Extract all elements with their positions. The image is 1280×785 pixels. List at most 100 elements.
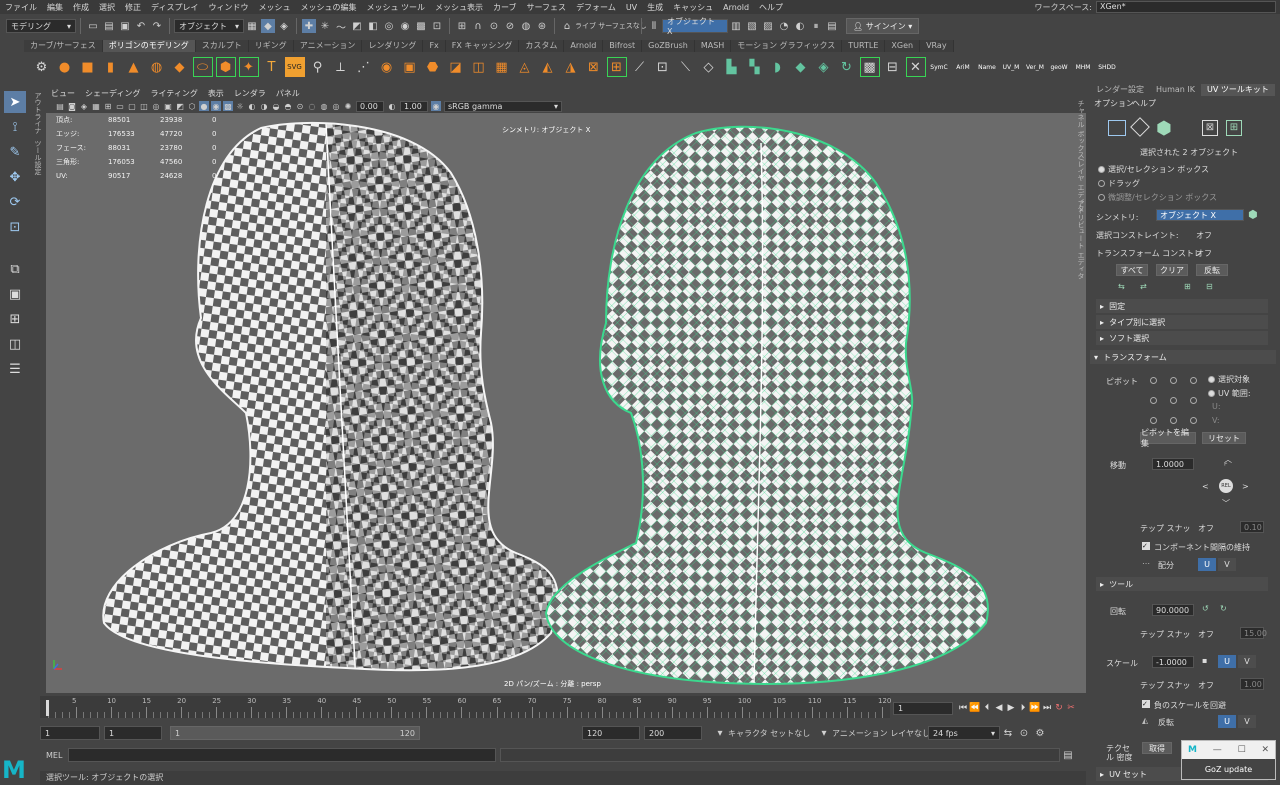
symmetry-dropdown[interactable]: オブジェクト X [662, 17, 728, 36]
hierarchy-mode-icon[interactable]: ▦ [245, 19, 259, 33]
attribute-editor-side-tab[interactable]: アトリビュート エディタ [1076, 200, 1086, 279]
image-plane-icon[interactable]: ▦ [91, 101, 101, 111]
menu-item-6[interactable]: ウィンドウ [203, 2, 253, 13]
camera-attr-icon[interactable]: ◙ [67, 101, 77, 111]
current-time-marker[interactable] [46, 700, 49, 716]
shelf-tab-6[interactable]: Fx [423, 40, 446, 52]
rotate-cw-icon[interactable]: ↻ [1220, 604, 1227, 613]
pivot-ml[interactable] [1150, 397, 1157, 404]
quad-draw-icon[interactable]: ◇ [699, 57, 719, 77]
grid-icon[interactable]: ⊞ [103, 101, 113, 111]
reset-pivot-button[interactable]: リセット [1202, 432, 1246, 444]
select-tool-icon[interactable]: ➤ [4, 91, 26, 113]
viewport-menu-5[interactable]: パネル [271, 88, 305, 99]
snap-curve-icon[interactable]: ∩ [471, 19, 485, 33]
rotate-snap-value[interactable]: 15.00 [1240, 627, 1267, 639]
harden-edge-icon[interactable]: ✕ [905, 57, 926, 77]
shelf-btn-geow[interactable]: geoW [1048, 64, 1070, 71]
right-panel-tab-2[interactable]: UV ツールキット [1201, 84, 1275, 96]
backface-icon[interactable]: ◎ [331, 101, 341, 111]
arrow-right-icon[interactable]: > [1242, 482, 1249, 491]
select-curve-icon[interactable]: 〜 [334, 19, 348, 34]
animation-start-field[interactable]: 1 [40, 726, 100, 740]
motion-blur-icon[interactable]: ◒ [271, 101, 281, 111]
step-forward-frame-icon[interactable]: ⏵ [1017, 703, 1029, 713]
select-dynamics-icon[interactable]: ◎ [382, 19, 396, 33]
menu-item-2[interactable]: 作成 [68, 2, 94, 13]
sel-mode-label-0[interactable]: 選択/セレクション ボックス [1108, 164, 1209, 175]
symmetry-shell-icon[interactable]: ⬢ [1248, 208, 1258, 221]
shelf-tab-8[interactable]: カスタム [519, 40, 565, 52]
shelf-tab-11[interactable]: GoZBrush [642, 40, 695, 52]
xray-joints-icon[interactable]: ◍ [319, 101, 329, 111]
target-weld-icon[interactable]: ⊡ [653, 57, 673, 77]
go-to-end-icon[interactable]: ⏭ [1041, 703, 1053, 713]
section-pin[interactable]: ▸ 固定 [1096, 299, 1268, 313]
menu-item-0[interactable]: ファイル [0, 2, 42, 13]
distribute-icon[interactable]: ⋯ [1142, 559, 1150, 568]
viewport-menu-3[interactable]: 表示 [203, 88, 229, 99]
pivot-mr[interactable] [1190, 397, 1197, 404]
minimize-icon[interactable]: — [1213, 745, 1222, 755]
snap-point-icon[interactable]: ⊙ [487, 19, 501, 33]
section-select-by-type[interactable]: ▸ タイプ別に選択 [1096, 315, 1268, 329]
rotate-snap-off[interactable]: オフ [1198, 629, 1214, 640]
menu-item-17[interactable]: Arnold [718, 3, 754, 12]
workspace-dropdown[interactable]: XGen* [1096, 1, 1276, 13]
component-mode-icon[interactable]: ◈ [277, 19, 291, 33]
menu-item-7[interactable]: メッシュ [253, 2, 295, 13]
scale-snap-off[interactable]: オフ [1198, 680, 1214, 691]
smooth-icon[interactable]: ⬣ [423, 57, 443, 77]
key-icon[interactable]: ✂ [1065, 703, 1077, 713]
step-forward-key-icon[interactable]: ⏩ [1029, 703, 1041, 713]
bridge-edge-icon[interactable]: ◗ [768, 57, 788, 77]
edit-pivot-button[interactable]: ピボットを編集 [1140, 428, 1196, 448]
hypershade-icon[interactable]: ◐ [793, 19, 807, 33]
right-panel-tab-0[interactable]: レンダー設定 [1090, 84, 1150, 96]
four-pane-icon[interactable]: ⊞ [4, 308, 26, 330]
grow-select-icon[interactable]: ⇆ [1118, 282, 1125, 291]
pivot-bl[interactable] [1150, 417, 1157, 424]
menu-item-16[interactable]: キャッシュ [668, 2, 718, 13]
flip-v-button[interactable]: V [1238, 715, 1256, 728]
menu-item-12[interactable]: サーフェス [522, 2, 572, 13]
poly-cylinder-icon[interactable]: ▮ [101, 57, 121, 77]
time-slider[interactable]: 5 10 15 20 25 30 35 40 45 50 55 60 65 70 75 80 85 90 95 100… [40, 696, 891, 718]
select-shell-icon[interactable]: ⬢ [1156, 118, 1172, 139]
extrude-icon[interactable]: ▙ [722, 57, 742, 77]
sel-mode-label-1[interactable]: ドラッグ [1108, 178, 1140, 189]
anti-alias-icon[interactable]: ◓ [283, 101, 293, 111]
scale-tool-icon[interactable]: ⊡ [4, 216, 26, 238]
get-texel-button[interactable]: 取得 [1142, 742, 1172, 754]
single-pane-icon[interactable]: ▣ [4, 283, 26, 305]
poly-cube-icon[interactable]: ■ [78, 57, 98, 77]
scale-snap-value[interactable]: 1.00 [1240, 678, 1264, 690]
lights-icon[interactable]: ☼ [235, 101, 245, 111]
xray-icon[interactable]: ◌ [307, 101, 317, 111]
anim-layer-label[interactable]: アニメーション レイヤなし [832, 728, 930, 739]
exposure-icon[interactable]: ✺ [343, 101, 353, 111]
boolean-icon[interactable]: ◫ [469, 57, 489, 77]
viewport-menu-0[interactable]: ビュー [46, 88, 80, 99]
scale-v-button[interactable]: V [1238, 655, 1256, 668]
outliner-pane-icon[interactable]: ☰ [4, 358, 26, 380]
render-settings-icon[interactable]: ◔ [777, 19, 791, 33]
extract-icon[interactable]: ◪ [446, 57, 466, 77]
outliner-side-tab[interactable]: アウトライナ [33, 92, 43, 134]
film-gate-icon[interactable]: ▭ [115, 101, 125, 111]
scale-lock-icon[interactable]: ▪ [1202, 656, 1207, 665]
mel-input[interactable] [68, 748, 496, 762]
shelf-tab-5[interactable]: レンダリング [362, 40, 424, 52]
quadrangulate-icon[interactable]: ⊞ [606, 57, 627, 77]
select-camera-icon[interactable]: ▤ [55, 101, 65, 111]
mel-label[interactable]: MEL [40, 751, 68, 760]
pivot-tl[interactable] [1150, 377, 1157, 384]
live-surface-label[interactable]: ライブ サーフェスなし [575, 21, 647, 31]
menu-item-5[interactable]: ディスプレイ [146, 2, 203, 13]
shelf-btn-verm[interactable]: Ver_M [1024, 64, 1046, 71]
shelf-btn-symc[interactable]: SymC [928, 64, 950, 71]
select-deform-icon[interactable]: ◧ [366, 19, 380, 33]
close-icon[interactable]: ✕ [1261, 745, 1269, 755]
viewport-menu-1[interactable]: シェーディング [80, 88, 145, 99]
pivot-mc[interactable] [1170, 397, 1177, 404]
